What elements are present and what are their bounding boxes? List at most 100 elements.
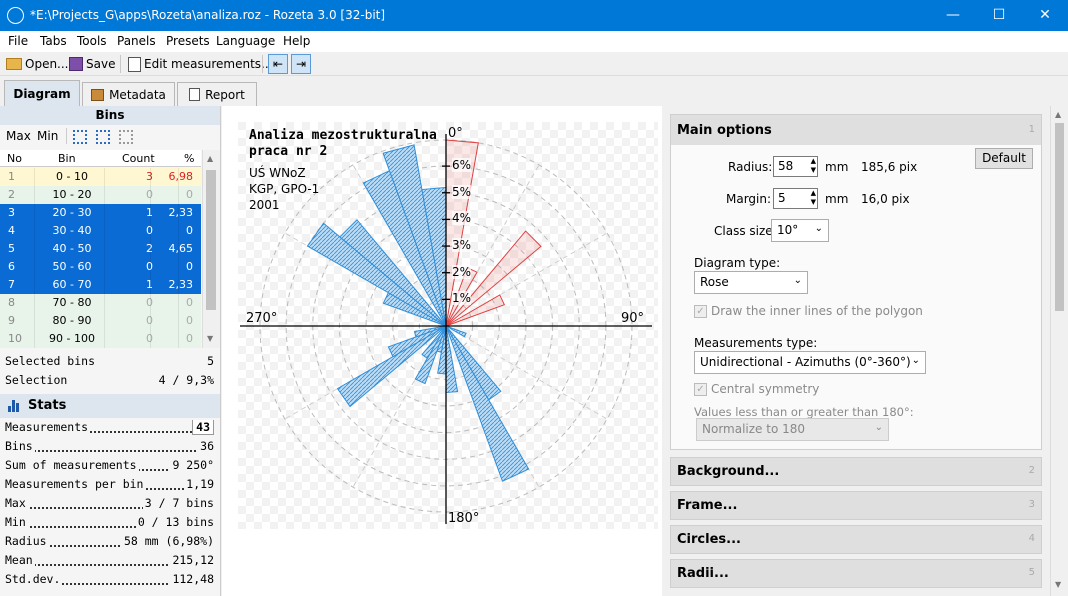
leader-dots bbox=[5, 450, 212, 452]
bins-scrollbar[interactable]: ▲ ▼ bbox=[202, 150, 220, 348]
table-row[interactable]: 7 60 - 70 1 2,33 bbox=[0, 276, 201, 294]
report-icon bbox=[189, 88, 201, 101]
table-row[interactable]: 6 50 - 60 0 0 bbox=[0, 258, 201, 276]
min-button[interactable]: Min bbox=[37, 129, 58, 143]
spinner-arrows-icon[interactable]: ▲ ▼ bbox=[811, 189, 816, 207]
class-size-select[interactable]: 10° ⌄ bbox=[771, 219, 829, 242]
radius-label: Radius: bbox=[728, 160, 773, 174]
options-panel: Main options 1 Radius: 58 ▲ ▼ mm 185,6 pi… bbox=[662, 106, 1068, 596]
menu-tabs[interactable]: Tabs bbox=[40, 34, 67, 48]
cell-pct: 0 bbox=[186, 296, 193, 309]
column-divider bbox=[178, 168, 179, 348]
edit-measurements-label: Edit measurements... bbox=[144, 57, 273, 71]
table-row[interactable]: 2 10 - 20 0 0 bbox=[0, 186, 201, 204]
open-button[interactable]: Open... bbox=[4, 54, 71, 74]
values-180-label: Values less than or greater than 180°: bbox=[694, 405, 914, 419]
main-options-header[interactable]: Main options 1 bbox=[671, 115, 1041, 145]
tab-metadata[interactable]: Metadata bbox=[82, 82, 175, 106]
options-scrollbar[interactable]: ▲ ▼ bbox=[1050, 106, 1067, 596]
menu-panels[interactable]: Panels bbox=[117, 34, 156, 48]
background-section[interactable]: Background... 2 bbox=[670, 457, 1042, 486]
selection-line: Selection 4 / 9,3% bbox=[5, 373, 216, 392]
book-icon bbox=[91, 88, 105, 101]
measurements-type-select[interactable]: Unidirectional - Azimuths (0°-360°) ⌄ bbox=[694, 351, 926, 374]
selected-bins-value: 5 bbox=[207, 354, 214, 368]
table-row[interactable]: 5 40 - 50 2 4,65 bbox=[0, 240, 201, 258]
minimize-button[interactable]: — bbox=[930, 0, 976, 31]
diagram-meta-line2: KGP, GPO-1 bbox=[249, 182, 320, 196]
margin-input[interactable]: 5 ▲ ▼ bbox=[773, 188, 818, 209]
margin-unit: mm bbox=[825, 192, 849, 206]
table-row[interactable]: 10 - 10 3 6,98 bbox=[0, 168, 201, 186]
cell-no: 6 bbox=[8, 260, 15, 273]
cell-no: 3 bbox=[8, 206, 15, 219]
menu-help[interactable]: Help bbox=[283, 34, 310, 48]
close-button[interactable]: ✕ bbox=[1022, 0, 1068, 31]
diagram-type-select[interactable]: Rose ⌄ bbox=[694, 271, 808, 294]
tab-report[interactable]: Report bbox=[177, 82, 257, 106]
table-row[interactable]: 9 80 - 90 0 0 bbox=[0, 312, 201, 330]
normalize-select[interactable]: Normalize to 180 ⌄ bbox=[696, 418, 889, 441]
panel-left-icon[interactable]: ⇤ bbox=[268, 54, 288, 74]
grid-select-all-icon[interactable] bbox=[73, 130, 87, 144]
stat-line: Radius 58 mm (6,98%) bbox=[5, 534, 216, 553]
ring-label: 5% bbox=[452, 184, 472, 199]
spinner-arrows-icon[interactable]: ▲ ▼ bbox=[811, 157, 816, 175]
tab-diagram[interactable]: Diagram bbox=[4, 80, 80, 107]
table-row[interactable]: 4 30 - 40 0 0 bbox=[0, 222, 201, 240]
menu-file[interactable]: File bbox=[8, 34, 28, 48]
table-row[interactable]: 3 20 - 30 1 2,33 bbox=[0, 204, 201, 222]
save-button[interactable]: Save bbox=[67, 54, 117, 74]
stat-value: 0 / 13 bins bbox=[135, 515, 214, 529]
circles-section[interactable]: Circles... 4 bbox=[670, 525, 1042, 554]
panel-right-icon[interactable]: ⇥ bbox=[291, 54, 311, 74]
col-count[interactable]: Count bbox=[122, 152, 155, 165]
frame-section[interactable]: Frame... 3 bbox=[670, 491, 1042, 520]
stat-value: 58 mm (6,98%) bbox=[121, 534, 214, 548]
grid-invert-icon[interactable] bbox=[96, 130, 110, 144]
inner-lines-checkbox[interactable]: ✓ bbox=[694, 305, 707, 318]
measurements-type-label: Measurements type: bbox=[694, 336, 818, 350]
options-scroll-thumb[interactable] bbox=[1055, 123, 1064, 311]
col-bin[interactable]: Bin bbox=[58, 152, 76, 165]
menu-tools[interactable]: Tools bbox=[77, 34, 107, 48]
max-button[interactable]: Max bbox=[6, 129, 31, 143]
scroll-thumb[interactable] bbox=[206, 170, 216, 310]
ring-label: 4% bbox=[452, 211, 472, 226]
cell-bin: 30 - 40 bbox=[52, 224, 92, 237]
edit-measurements-button[interactable]: Edit measurements... bbox=[126, 54, 274, 74]
diagram-title-line2: praca nr 2 bbox=[249, 144, 328, 159]
radii-title: Radii... bbox=[677, 566, 729, 581]
column-divider bbox=[104, 168, 105, 348]
cell-no: 1 bbox=[8, 170, 15, 183]
table-row[interactable]: 10 90 - 100 0 0 bbox=[0, 330, 201, 348]
cell-pct: 0 bbox=[186, 224, 193, 237]
grid-none-icon[interactable] bbox=[119, 130, 133, 144]
stat-label: Std.dev. bbox=[5, 572, 63, 586]
frame-header: Frame... 3 bbox=[671, 492, 1041, 519]
table-row[interactable]: 8 70 - 80 0 0 bbox=[0, 294, 201, 312]
cell-pct: 0 bbox=[186, 332, 193, 345]
tab-report-label: Report bbox=[205, 87, 245, 102]
toolbar-separator bbox=[120, 55, 121, 73]
stat-value: 1,19 bbox=[184, 477, 214, 491]
main-options-title: Main options bbox=[677, 123, 772, 138]
app-icon bbox=[7, 7, 24, 24]
radius-input[interactable]: 58 ▲ ▼ bbox=[773, 156, 818, 177]
col-no[interactable]: No bbox=[7, 152, 22, 165]
stat-line: Bins 36 bbox=[5, 439, 216, 458]
bins-header: Bins bbox=[0, 106, 220, 125]
radius-pixels: 185,6 pix bbox=[861, 160, 918, 174]
cell-no: 4 bbox=[8, 224, 15, 237]
col-pct[interactable]: % bbox=[184, 152, 194, 165]
maximize-button[interactable]: ☐ bbox=[976, 0, 1022, 31]
circles-number: 4 bbox=[1028, 533, 1035, 544]
menu-presets[interactable]: Presets bbox=[166, 34, 210, 48]
cell-no: 10 bbox=[8, 332, 22, 345]
central-symmetry-checkbox[interactable]: ✓ bbox=[694, 383, 707, 396]
margin-value: 5 bbox=[778, 191, 786, 205]
default-button[interactable]: Default bbox=[975, 148, 1033, 169]
background-number: 2 bbox=[1028, 465, 1035, 476]
menu-language[interactable]: Language bbox=[216, 34, 275, 48]
radii-section[interactable]: Radii... 5 bbox=[670, 559, 1042, 588]
